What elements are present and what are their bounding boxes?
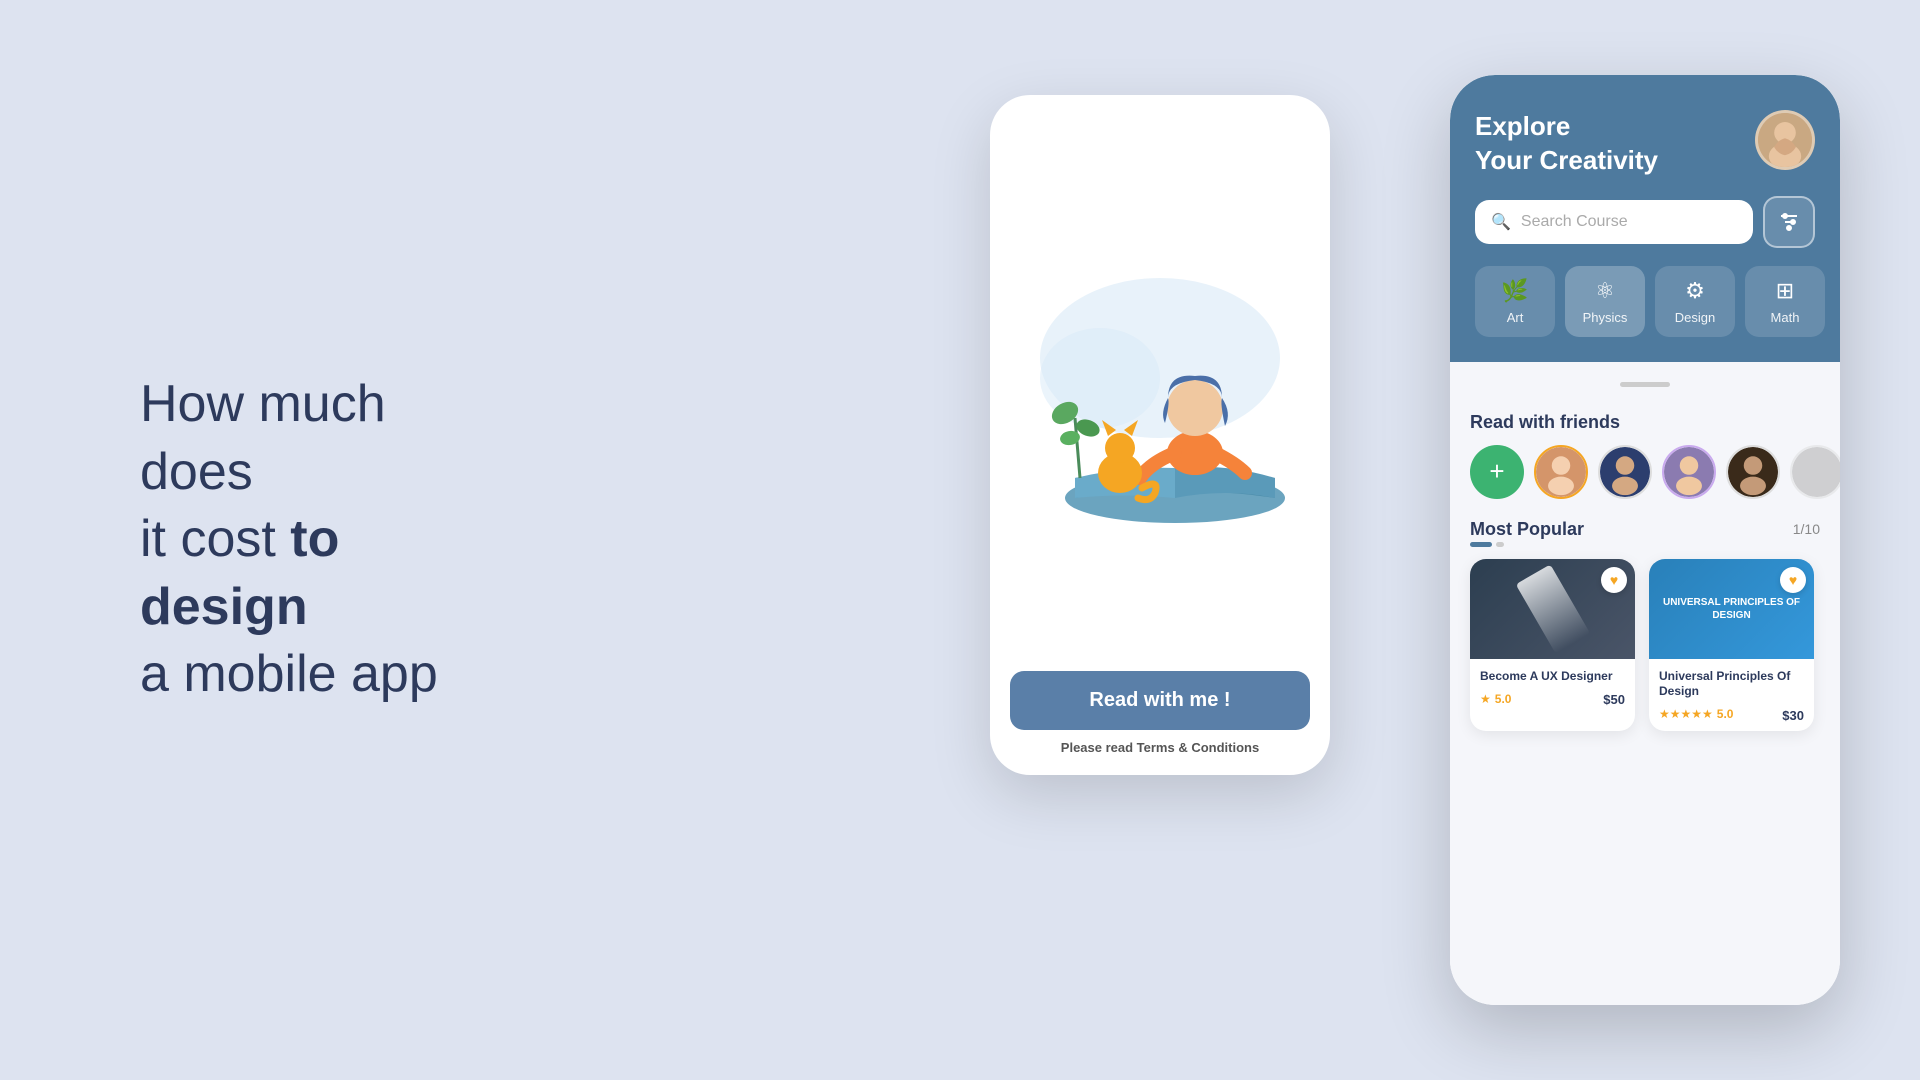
phones-area: Read with me ! Please read Terms & Condi… (940, 65, 1840, 1015)
card-thumb-text-2: UNIVERSAL PRINCIPLES OF DESIGN (1659, 596, 1804, 622)
category-art[interactable]: 🌿 Art (1475, 266, 1555, 337)
card-price-1: $50 (1603, 692, 1625, 707)
course-card-2[interactable]: UNIVERSAL PRINCIPLES OF DESIGN ♥ Univers… (1649, 559, 1814, 731)
light-beam (1515, 564, 1590, 653)
search-icon: 🔍 (1491, 212, 1511, 232)
card-stars-2: ★★★★★ 5.0 (1659, 707, 1733, 721)
card-stars-1: ★ 5.0 (1480, 692, 1511, 706)
card-thumb-1: ♥ (1470, 559, 1635, 659)
math-icon: ⊞ (1776, 278, 1794, 304)
physics-icon: ⚛ (1595, 278, 1615, 304)
heart-badge-1[interactable]: ♥ (1601, 567, 1627, 593)
filter-button[interactable] (1763, 196, 1815, 248)
card-title-1: Become A UX Designer (1480, 669, 1625, 685)
stars-2: ★★★★★ (1659, 707, 1713, 721)
illustration-area (1010, 125, 1310, 671)
friend-avatar-5[interactable] (1790, 445, 1840, 499)
phone-body: Read with friends + (1450, 362, 1840, 1005)
read-with-me-button[interactable]: Read with me ! (1010, 671, 1310, 730)
stars-1: ★ (1480, 692, 1491, 706)
art-icon: 🌿 (1501, 278, 1528, 304)
left-text-block: How much does it cost to design a mobile… (80, 371, 500, 709)
phone-back: Read with me ! Please read Terms & Condi… (990, 95, 1330, 775)
terms-text: Please read Terms & Conditions (1061, 740, 1259, 755)
friends-section: Read with friends + (1470, 412, 1820, 499)
pagination-indicator: 1/10 (1793, 521, 1820, 537)
drag-handle (1620, 382, 1670, 387)
design-icon: ⚙ (1685, 278, 1705, 304)
popular-section: Most Popular 1/10 ♥ (1470, 519, 1820, 731)
popular-section-title: Most Popular (1470, 519, 1584, 540)
avatar-image (1758, 110, 1812, 170)
header-title: Explore Your Creativity (1475, 110, 1658, 178)
phone-header: Explore Your Creativity 🔍 (1450, 75, 1840, 362)
art-label: Art (1507, 310, 1524, 325)
pagination-dots (1470, 542, 1820, 547)
search-placeholder-text: Search Course (1521, 213, 1628, 231)
friends-section-title: Read with friends (1470, 412, 1820, 433)
category-design[interactable]: ⚙ Design (1655, 266, 1735, 337)
friends-row: + (1470, 445, 1820, 499)
rating-1: 5.0 (1495, 692, 1512, 706)
dot-active (1470, 542, 1492, 547)
add-friend-button[interactable]: + (1470, 445, 1524, 499)
card-info-2: Universal Principles Of Design ★★★★★ 5.0… (1649, 659, 1814, 731)
heart-badge-2[interactable]: ♥ (1780, 567, 1806, 593)
math-label: Math (1771, 310, 1800, 325)
physics-label: Physics (1583, 310, 1628, 325)
phone-back-bottom: Read with me ! Please read Terms & Condi… (1010, 671, 1310, 755)
friend-avatar-4[interactable] (1726, 445, 1780, 499)
reading-illustration (1020, 238, 1300, 558)
design-label: Design (1675, 310, 1715, 325)
page-wrapper: How much does it cost to design a mobile… (0, 0, 1920, 1080)
search-row: 🔍 Search Course (1475, 196, 1815, 248)
category-math[interactable]: ⊞ Math (1745, 266, 1825, 337)
card-title-2: Universal Principles Of Design (1659, 669, 1804, 700)
header-top-row: Explore Your Creativity (1475, 110, 1815, 178)
friend-avatar-3[interactable] (1662, 445, 1716, 499)
rating-2: 5.0 (1717, 707, 1734, 721)
category-physics[interactable]: ⚛ Physics (1565, 266, 1645, 337)
popular-cards-row: ♥ Become A UX Designer ★ 5.0 $50 (1470, 559, 1820, 731)
headline: How much does it cost to design a mobile… (140, 371, 500, 709)
course-card-1[interactable]: ♥ Become A UX Designer ★ 5.0 $50 (1470, 559, 1635, 731)
categories-row: 🌿 Art ⚛ Physics ⚙ Design ⊞ Math (1475, 266, 1815, 337)
user-avatar[interactable] (1755, 110, 1815, 170)
filter-icon (1777, 210, 1801, 234)
search-box[interactable]: 🔍 Search Course (1475, 200, 1753, 244)
card-price-2: $30 (1782, 708, 1804, 723)
phone-front: Explore Your Creativity 🔍 (1450, 75, 1840, 1005)
card-info-1: Become A UX Designer ★ 5.0 $50 (1470, 659, 1635, 716)
popular-header: Most Popular 1/10 (1470, 519, 1820, 540)
card-thumb-2: UNIVERSAL PRINCIPLES OF DESIGN ♥ (1649, 559, 1814, 659)
friend-avatar-1[interactable] (1534, 445, 1588, 499)
dot-inactive (1496, 542, 1504, 547)
friend-avatar-2[interactable] (1598, 445, 1652, 499)
